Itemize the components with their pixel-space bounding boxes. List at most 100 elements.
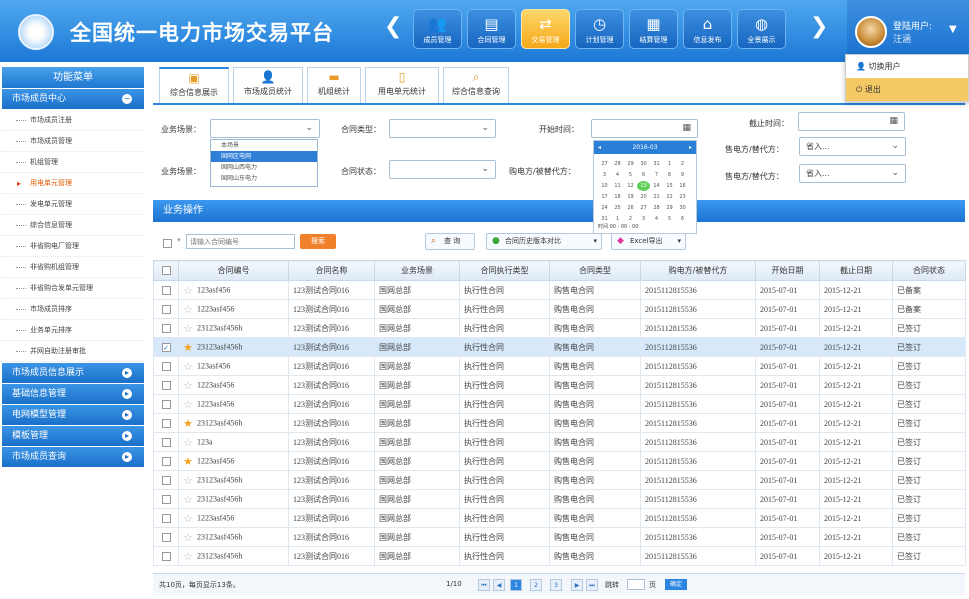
row-checkbox[interactable]: ✓ [161, 342, 171, 352]
nav-next-icon[interactable]: ❯ [810, 14, 828, 39]
date-cell[interactable]: 30 [676, 203, 689, 213]
date-cell[interactable]: 21 [650, 192, 663, 202]
start-time-input[interactable]: ▦ [591, 119, 698, 138]
nav-calculator-button[interactable]: ▦ 结算管理 [629, 9, 678, 49]
chevron-down-icon[interactable]: ▾ [177, 236, 181, 244]
date-cell[interactable]: 22 [663, 192, 676, 202]
row-select-cell[interactable] [153, 508, 179, 528]
sidebar-item[interactable]: 市场成员管理 [0, 131, 146, 152]
date-cell[interactable]: 30 [637, 159, 650, 169]
star-icon[interactable]: ★ [183, 417, 197, 430]
row-checkbox[interactable] [161, 380, 171, 390]
sidebar-section[interactable]: 基础信息管理 ▸ [2, 384, 144, 404]
tab-0[interactable]: ▣ 综合信息展示 [159, 67, 229, 103]
date-cell[interactable]: 16 [676, 181, 689, 191]
history-compare-button[interactable]: ● 合同历史版本对比 ▾ [486, 233, 602, 250]
row-select-cell[interactable] [153, 527, 179, 547]
table-row[interactable]: ☆ 123asf456 123测试合同016 国网总部 执行性合同 购售电合同 201511… [153, 280, 966, 300]
table-row[interactable]: ★ 1223asf456 123测试合同016 国网总部 执行性合同 购售电合同 20151… [153, 451, 966, 471]
nav-contract-button[interactable]: ▤ 合同管理 [467, 9, 516, 49]
table-row[interactable]: ☆ 1223asf456 123测试合同016 国网总部 执行性合同 购售电合同 20151… [153, 508, 966, 528]
prev-month-icon[interactable]: ◂ [598, 141, 601, 154]
row-checkbox[interactable] [161, 285, 171, 295]
star-icon[interactable]: ☆ [183, 550, 197, 563]
seller-select[interactable]: 省入... ⌄ [799, 137, 906, 156]
date-cell[interactable]: 28 [650, 203, 663, 213]
row-checkbox[interactable] [161, 456, 171, 466]
date-cell[interactable]: 29 [624, 159, 637, 169]
dropdown-option[interactable]: 国网山东电力 [211, 173, 317, 184]
sidebar-section[interactable]: 市场成员信息展示 ▸ [2, 363, 144, 383]
table-row[interactable]: ☆ 23123asf456h 123测试合同016 国网总部 执行性合同 购售电合同 201… [153, 527, 966, 547]
table-row[interactable]: ☆ 1223asf456 123测试合同016 国网总部 执行性合同 购售电合同 20151… [153, 375, 966, 395]
date-cell[interactable]: 4 [650, 214, 663, 224]
date-cell[interactable]: 8 [663, 170, 676, 180]
table-row[interactable]: ☆ 23123asf456h 123测试合同016 国网总部 执行性合同 购售电合同 201… [153, 470, 966, 490]
excel-export-button[interactable]: ◆ Excel导出 ▾ [611, 233, 686, 250]
sidebar-item[interactable]: 机组管理 [0, 152, 146, 173]
first-page-button[interactable]: ⏮ [478, 579, 490, 591]
date-cell[interactable]: 12 [624, 181, 637, 191]
table-row[interactable]: ☆ 23123asf456h 123测试合同016 国网总部 执行性合同 购售电合同 201… [153, 489, 966, 509]
sidebar-item[interactable]: 业务单元排序 [0, 320, 146, 341]
date-cell[interactable]: 9 [676, 170, 689, 180]
table-row[interactable]: ☆ 1223asf456 123测试合同016 国网总部 执行性合同 购售电合同 20151… [153, 394, 966, 414]
dropdown-option[interactable]: 国网区电网 [211, 151, 317, 162]
row-select-cell[interactable] [153, 318, 179, 338]
sidebar-item[interactable]: 市场成员排序 [0, 299, 146, 320]
expand-icon[interactable]: ▸ [122, 452, 132, 462]
star-icon[interactable]: ☆ [183, 379, 197, 392]
date-cell[interactable]: 28 [611, 159, 624, 169]
page-number-button[interactable]: 2 [530, 579, 542, 591]
row-checkbox[interactable] [161, 513, 171, 523]
date-cell[interactable]: 4 [611, 170, 624, 180]
nav-members-button[interactable]: 👥 成员管理 [413, 9, 462, 49]
date-cell[interactable]: 7 [650, 170, 663, 180]
star-icon[interactable]: ☆ [183, 398, 197, 411]
star-icon[interactable]: ★ [183, 455, 197, 468]
row-select-cell[interactable] [153, 280, 179, 300]
row-checkbox[interactable] [161, 399, 171, 409]
last-page-button[interactable]: ⏭ [586, 579, 598, 591]
date-cell[interactable]: 11 [611, 181, 624, 191]
date-cell[interactable]: 27 [598, 159, 611, 169]
star-icon[interactable]: ☆ [183, 303, 197, 316]
table-row[interactable]: ☆ 123asf456 123测试合同016 国网总部 执行性合同 购售电合同 201511… [153, 356, 966, 376]
sidebar-item[interactable]: 非省购合发单元管理 [0, 278, 146, 299]
jump-page-input[interactable] [627, 579, 645, 590]
date-cell[interactable]: 14 [650, 181, 663, 191]
row-select-cell[interactable]: ✓ [153, 337, 179, 357]
nav-house-button[interactable]: ⌂ 信息发布 [683, 9, 732, 49]
row-checkbox[interactable] [161, 475, 171, 485]
date-cell[interactable]: 15 [663, 181, 676, 191]
sidebar-item[interactable]: 非省购机组管理 [0, 257, 146, 278]
page-number-button[interactable]: 1 [510, 579, 522, 591]
row-select-cell[interactable] [153, 432, 179, 452]
row-select-cell[interactable] [153, 394, 179, 414]
chevron-down-icon[interactable]: ▼ [949, 24, 957, 35]
star-icon[interactable]: ★ [183, 341, 197, 354]
query-button[interactable]: ⌕ 查 询 [425, 233, 475, 250]
date-cell[interactable]: 25 [611, 203, 624, 213]
dropdown-option[interactable]: 国网山西电力 [211, 162, 317, 173]
row-checkbox[interactable] [161, 418, 171, 428]
sidebar-item[interactable]: 非省购电厂管理 [0, 236, 146, 257]
star-icon[interactable]: ☆ [183, 436, 197, 449]
row-select-cell[interactable] [153, 375, 179, 395]
nav-globe-button[interactable]: ◍ 全景展示 [737, 9, 786, 49]
date-cell[interactable]: 19 [624, 192, 637, 202]
star-icon[interactable]: ☆ [183, 531, 197, 544]
star-icon[interactable]: ☆ [183, 474, 197, 487]
end-time-input[interactable]: ▦ [798, 112, 905, 131]
table-row[interactable]: ★ 23123asf456h 123测试合同016 国网总部 执行性合同 购售电合同 201… [153, 413, 966, 433]
prev-page-button[interactable]: ◀ [493, 579, 505, 591]
dropdown-option[interactable]: 本场景 [211, 140, 317, 151]
row-checkbox[interactable] [161, 304, 171, 314]
row-select-cell[interactable] [153, 356, 179, 376]
date-cell[interactable]: 6 [637, 170, 650, 180]
row-checkbox[interactable] [161, 437, 171, 447]
sidebar-item[interactable]: 并网自助注册审批 [0, 341, 146, 362]
row-checkbox[interactable] [161, 361, 171, 371]
next-month-icon[interactable]: ▸ [689, 141, 692, 154]
date-cell[interactable]: 18 [611, 192, 624, 202]
